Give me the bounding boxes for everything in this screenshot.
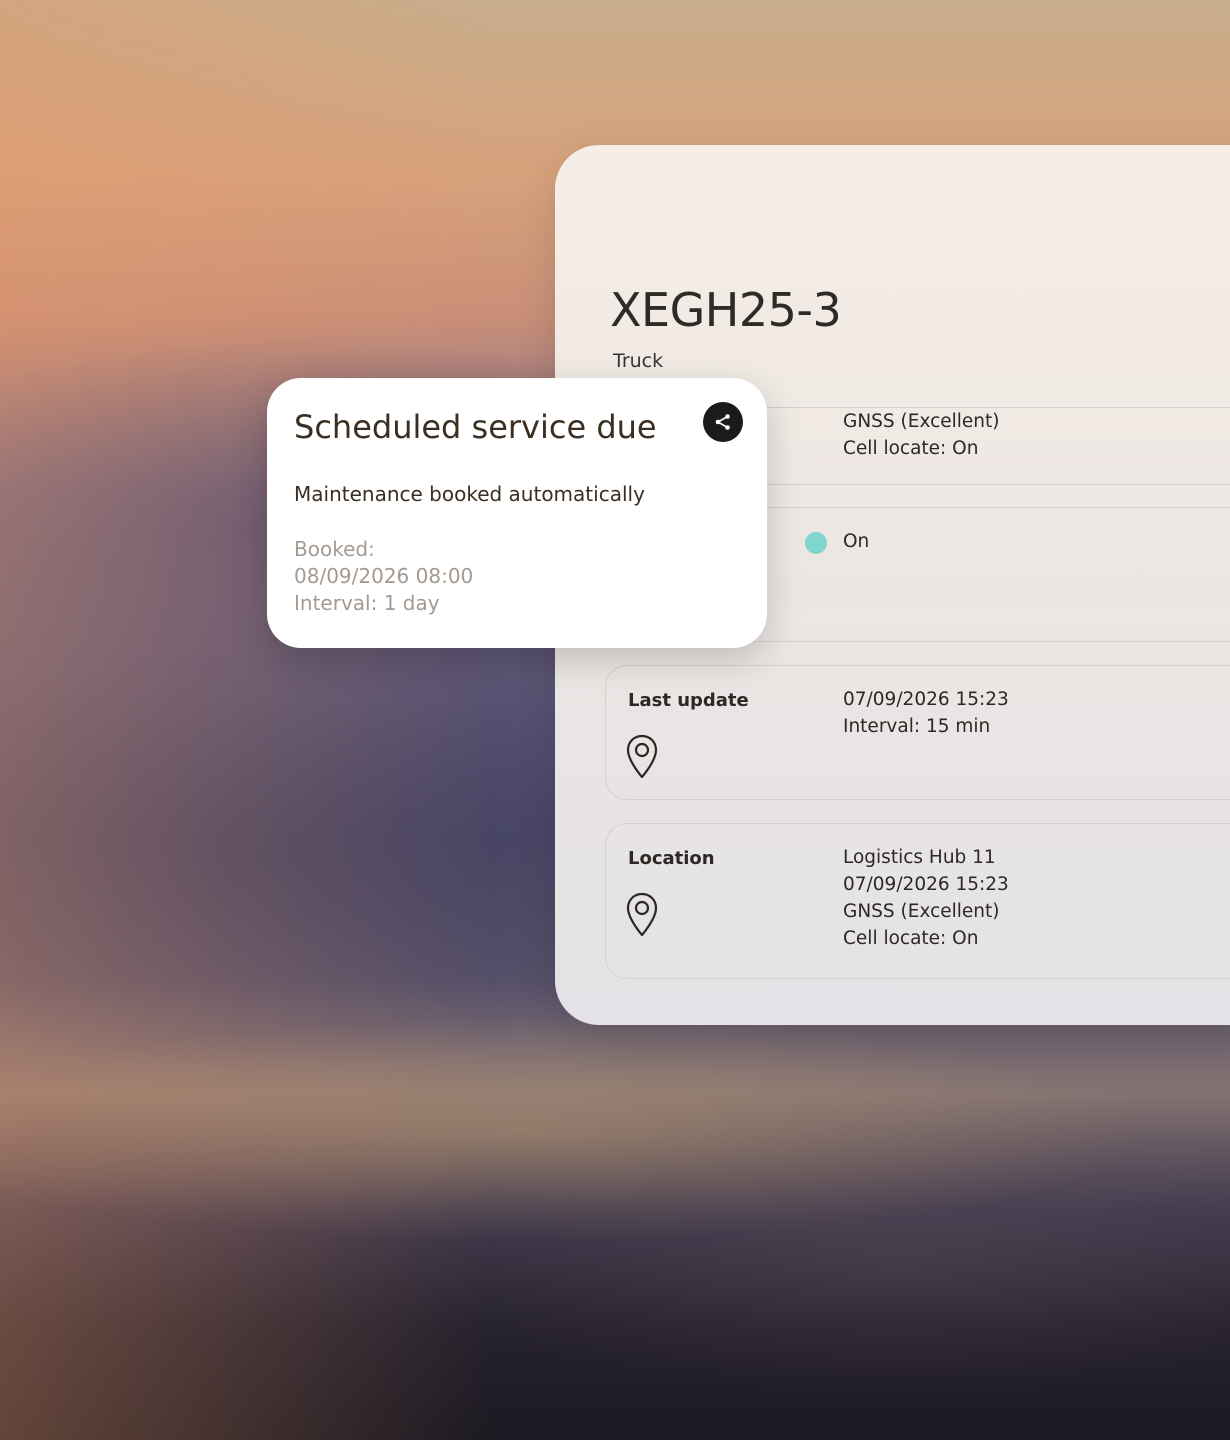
last-update-label: Last update <box>628 690 749 711</box>
location-timestamp: 07/09/2026 15:23 <box>843 874 1009 895</box>
map-pin-icon <box>626 892 658 937</box>
screen: XEGH25-3 Truck GNSS (Excellent) Cell loc… <box>0 0 1230 1440</box>
last-update-timestamp: 07/09/2026 15:23 <box>843 689 1009 710</box>
location-gnss-quality: GNSS (Excellent) <box>843 901 1000 922</box>
service-notification-popup[interactable]: Scheduled service due Maintenance booked… <box>267 378 767 648</box>
last-update-values: 07/09/2026 15:23 Interval: 15 min <box>843 686 1009 740</box>
gnss-quality: GNSS (Excellent) <box>843 411 1000 432</box>
location-values: Logistics Hub 11 07/09/2026 15:23 GNSS (… <box>843 844 1009 952</box>
cell-locate-status: Cell locate: On <box>843 438 979 459</box>
notification-subtitle: Maintenance booked automatically <box>294 482 645 506</box>
vehicle-type: Truck <box>613 350 664 372</box>
map-pin-icon <box>626 734 658 779</box>
vehicle-id: XEGH25-3 <box>610 283 842 337</box>
booked-datetime: 08/09/2026 08:00 <box>294 564 474 588</box>
last-update-card[interactable]: Last update 07/09/2026 15:23 Interval: 1… <box>605 665 1230 800</box>
power-status-text: On <box>843 531 870 552</box>
notification-details: Booked: 08/09/2026 08:00 Interval: 1 day <box>294 536 473 617</box>
location-card[interactable]: Location Logistics Hub 11 07/09/2026 15:… <box>605 823 1230 979</box>
booked-label: Booked: <box>294 537 375 561</box>
update-interval: Interval: 15 min <box>843 716 991 737</box>
location-name: Logistics Hub 11 <box>843 847 996 868</box>
share-icon <box>715 414 730 430</box>
positioning-values: GNSS (Excellent) Cell locate: On <box>843 408 999 462</box>
share-button[interactable] <box>703 402 743 442</box>
location-cell-locate: Cell locate: On <box>843 928 979 949</box>
location-label: Location <box>628 848 715 869</box>
notification-title: Scheduled service due <box>294 408 657 446</box>
service-interval: Interval: 1 day <box>294 591 440 615</box>
status-indicator-dot <box>805 532 827 554</box>
